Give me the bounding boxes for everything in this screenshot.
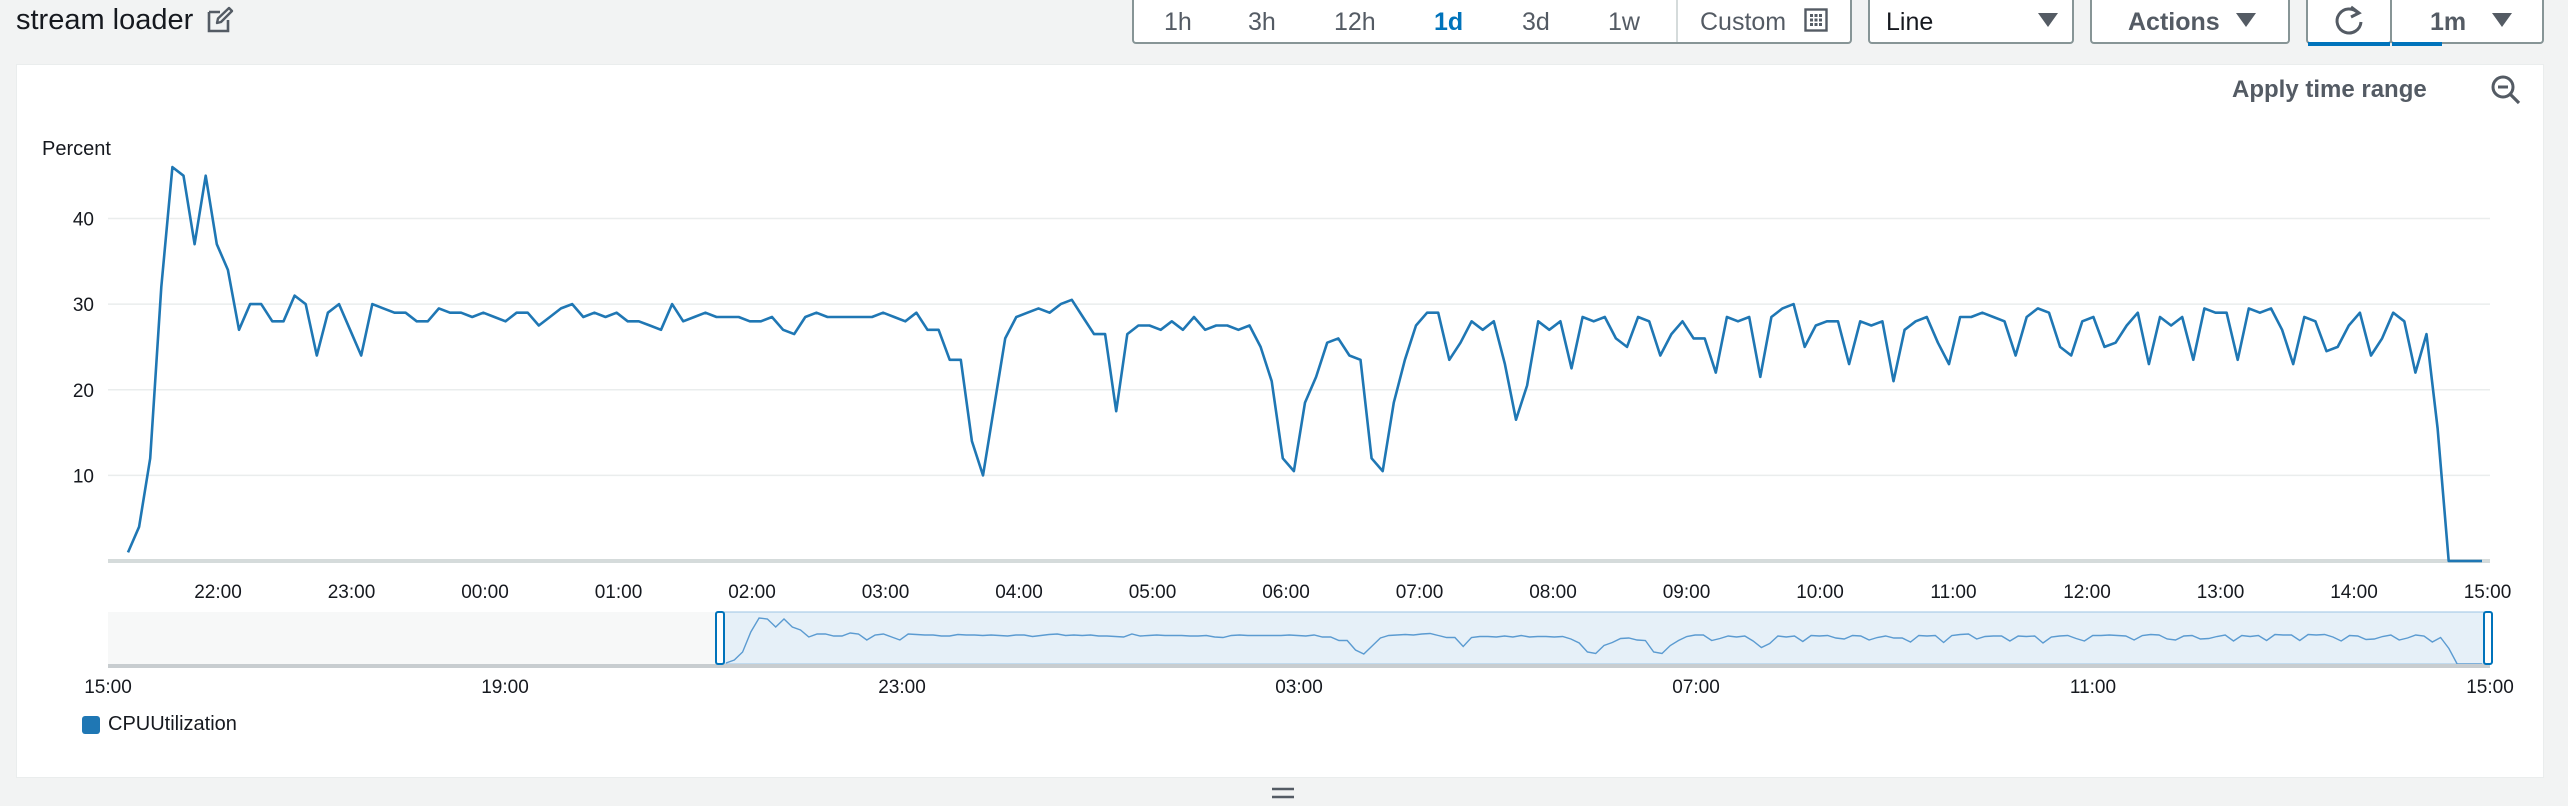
x-tick-label: 12:00 (2063, 582, 2111, 603)
navigator-tick-label: 11:00 (2070, 677, 2116, 698)
x-tick-label: 04:00 (995, 582, 1043, 603)
navigator-tick-label: 07:00 (1672, 677, 1720, 698)
x-tick-label: 03:00 (862, 582, 910, 603)
series-line-cpuutilization (126, 165, 2482, 563)
navigator-tick-label: 19:00 (481, 677, 529, 698)
y-tick-label: 10 (73, 466, 94, 487)
navigator-tick-label: 03:00 (1275, 677, 1323, 698)
cpu-line-chart[interactable]: 10 20 30 40 22:00 23:00 00:00 01:00 02:00 03:00 04… (0, 0, 2568, 806)
y-tick-label: 20 (73, 381, 94, 402)
x-tick-label: 09:00 (1663, 582, 1711, 603)
x-tick-label: 06:00 (1262, 582, 1310, 603)
x-tick-label: 11:00 (1930, 582, 1976, 603)
x-tick-label: 15:00 (2464, 582, 2512, 603)
navigator-tick-label: 23:00 (878, 677, 926, 698)
navigator-tick-label: 15:00 (84, 677, 132, 698)
x-tick-label: 14:00 (2330, 582, 2378, 603)
navigator-selection (719, 611, 2489, 665)
navigator-handle[interactable] (715, 611, 725, 665)
x-tick-label: 23:00 (328, 582, 376, 603)
x-tick-label: 10:00 (1796, 582, 1844, 603)
navigator-handle[interactable] (2483, 611, 2493, 665)
x-tick-label: 01:00 (595, 582, 643, 603)
y-tick-label: 30 (73, 295, 94, 316)
y-tick-label: 40 (73, 210, 94, 231)
x-tick-label: 07:00 (1396, 582, 1444, 603)
resize-handle-icon[interactable] (1272, 786, 1294, 800)
x-tick-label: 22:00 (194, 582, 242, 603)
x-tick-label: 13:00 (2197, 582, 2245, 603)
x-tick-label: 08:00 (1529, 582, 1577, 603)
legend-label[interactable]: CPUUtilization (108, 713, 237, 736)
x-tick-label: 05:00 (1129, 582, 1177, 603)
x-tick-label: 02:00 (728, 582, 776, 603)
x-tick-label: 00:00 (461, 582, 509, 603)
navigator-tick-label: 15:00 (2466, 677, 2514, 698)
legend-swatch (82, 716, 100, 734)
